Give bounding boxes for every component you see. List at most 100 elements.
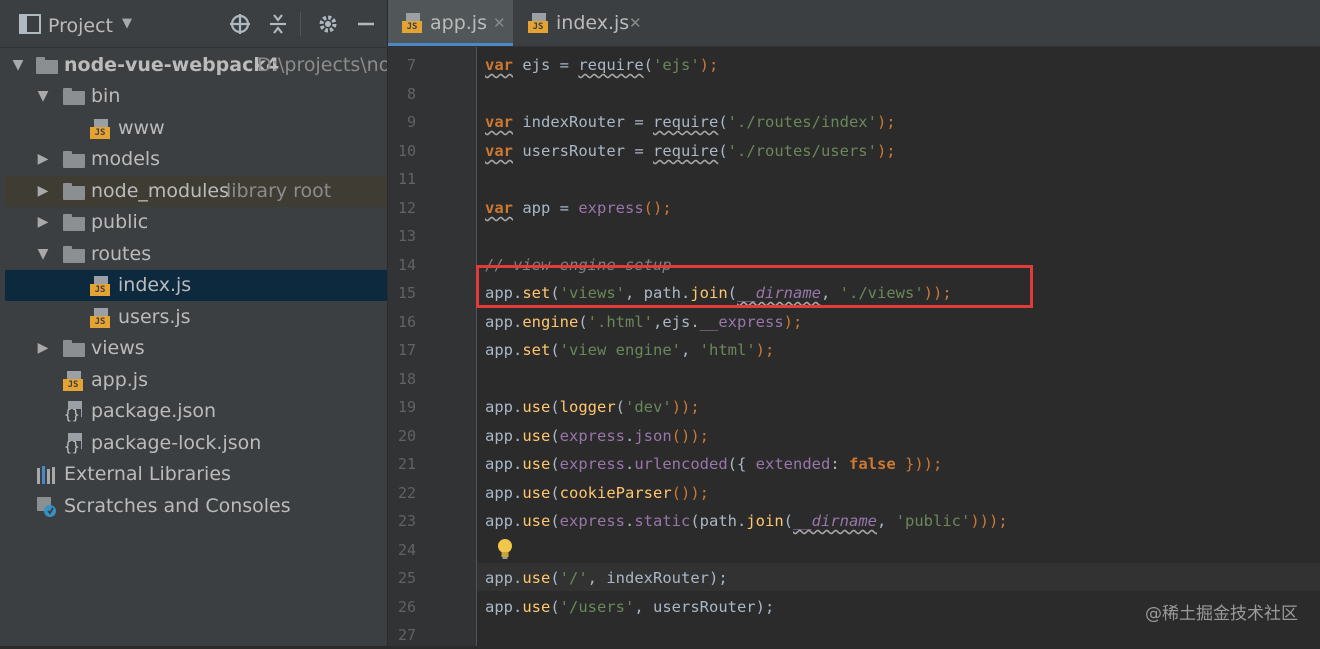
- code-line-19: app.use(logger('dev'));: [485, 398, 700, 416]
- hide-panel-icon[interactable]: [354, 12, 378, 36]
- js-file-icon: JS: [90, 308, 112, 328]
- tree-item-package-lock-json[interactable]: {} package-lock.json: [5, 428, 387, 459]
- line-number: 24: [397, 541, 416, 559]
- js-file-icon: JS: [63, 371, 85, 391]
- locate-file-icon[interactable]: [228, 12, 252, 36]
- json-file-icon: {}: [63, 433, 85, 455]
- line-number: 16: [397, 313, 416, 331]
- line-number: 17: [397, 341, 416, 359]
- line-number: 14: [397, 256, 416, 274]
- tree-item-label: public: [91, 211, 149, 233]
- tree-item-label: package.json: [91, 400, 217, 422]
- gutter-separator: [476, 47, 477, 646]
- js-file-icon: JS: [528, 13, 550, 33]
- line-number: 22: [397, 484, 416, 502]
- tree-item-label: users.js: [118, 306, 191, 328]
- project-window-icon: [19, 14, 41, 34]
- tab-app-js[interactable]: JS app.js ✕: [388, 0, 513, 46]
- tree-item-views[interactable]: ▶ views: [5, 333, 387, 364]
- tree-item-index-js[interactable]: JS index.js: [5, 270, 387, 301]
- line-number: 7: [406, 56, 416, 74]
- folder-icon: [63, 340, 85, 357]
- line-number: 9: [406, 113, 416, 131]
- tree-item-path-hint: D:\projects\noc: [257, 54, 387, 76]
- collapsed-arrow-icon[interactable]: ▶: [33, 207, 53, 238]
- tree-item-public[interactable]: ▶ public: [5, 207, 387, 238]
- tree-item-node-modules[interactable]: ▶ node_modules library root: [5, 176, 387, 207]
- line-number: 12: [397, 199, 416, 217]
- expanded-arrow-icon[interactable]: ▼: [33, 81, 53, 112]
- code-line-7: var ejs = require('ejs');: [485, 56, 719, 74]
- line-number: 23: [397, 512, 416, 530]
- line-number: 26: [397, 598, 416, 616]
- code-line-21: app.use(express.urlencoded({ extended: f…: [485, 455, 943, 473]
- tree-item-label: app.js: [91, 369, 148, 391]
- folder-icon: [36, 57, 58, 74]
- tree-item-label: bin: [91, 85, 121, 107]
- tree-item-label: routes: [91, 243, 152, 265]
- library-root-hint: library root: [226, 180, 332, 202]
- dropdown-arrow-icon[interactable]: ▼: [122, 16, 132, 31]
- collapsed-arrow-icon[interactable]: ▶: [33, 176, 53, 207]
- line-number: 11: [397, 170, 416, 188]
- tree-item-label: Scratches and Consoles: [64, 495, 291, 517]
- js-file-icon: JS: [402, 13, 424, 33]
- close-icon[interactable]: ✕: [493, 0, 506, 46]
- folder-icon: [63, 246, 85, 263]
- line-number: 19: [397, 398, 416, 416]
- tree-item-label: models: [91, 148, 161, 170]
- line-number: 13: [397, 227, 416, 245]
- code-line-17: app.set('view engine', 'html');: [485, 341, 775, 359]
- tree-item-models[interactable]: ▶ models: [5, 144, 387, 175]
- project-view-selector[interactable]: Project: [48, 15, 113, 37]
- code-line-23: app.use(express.static(path.join(__dirna…: [485, 512, 1008, 530]
- tree-item-label: index.js: [118, 274, 192, 296]
- tree-item-package-json[interactable]: {} package.json: [5, 396, 387, 427]
- project-panel-header: Project ▼: [0, 0, 388, 48]
- expanded-arrow-icon[interactable]: ▼: [8, 50, 28, 81]
- code-editor[interactable]: JS app.js ✕ JS index.js ✕ 7 8 9 10 11 12…: [388, 0, 1320, 646]
- tab-index-js[interactable]: JS index.js ✕: [514, 0, 652, 46]
- js-file-icon: JS: [90, 276, 112, 296]
- tree-item-label: node_modules: [91, 180, 230, 202]
- tree-item-www[interactable]: JS www: [5, 113, 387, 144]
- gear-icon[interactable]: [316, 12, 340, 36]
- folder-icon: [63, 151, 85, 168]
- annotation-highlight-box: [476, 265, 1033, 308]
- collapsed-arrow-icon[interactable]: ▶: [33, 333, 53, 364]
- close-icon[interactable]: ✕: [629, 0, 642, 46]
- watermark: @稀土掘金技术社区: [1145, 604, 1298, 624]
- library-icon: [37, 466, 55, 484]
- line-number: 8: [406, 85, 416, 103]
- line-number: 25: [397, 569, 416, 587]
- line-number: 27: [397, 626, 416, 644]
- json-file-icon: {}: [63, 401, 85, 423]
- tree-item-node-vue-webpack4[interactable]: ▼ node-vue-webpack4 D:\projects\noc: [5, 50, 387, 81]
- line-number: 18: [397, 370, 416, 388]
- tree-item-label: views: [91, 337, 145, 359]
- tree-item-label: node-vue-webpack4: [64, 54, 280, 76]
- tree-item-label: package-lock.json: [91, 432, 262, 454]
- js-file-icon: JS: [90, 119, 112, 139]
- tree-item-bin[interactable]: ▼ bin: [5, 81, 387, 112]
- folder-icon: [63, 88, 85, 105]
- code-line-20: app.use(express.json());: [485, 427, 709, 445]
- code-line-16: app.engine('.html',ejs.__express);: [485, 313, 803, 331]
- tab-label: app.js: [430, 12, 487, 34]
- tree-item-scratches[interactable]: Scratches and Consoles: [5, 491, 387, 522]
- expanded-arrow-icon[interactable]: ▼: [33, 239, 53, 270]
- line-number: 21: [397, 455, 416, 473]
- tree-item-external-libraries[interactable]: External Libraries: [5, 459, 387, 490]
- lightbulb-icon[interactable]: [495, 537, 515, 561]
- code-line-25: app.use('/', indexRouter);: [485, 569, 728, 587]
- tree-item-app-js[interactable]: JS app.js: [5, 365, 387, 396]
- project-panel: Project ▼ ▼ node-vue-webpack4 D:\project…: [0, 0, 388, 646]
- tree-item-routes[interactable]: ▼ routes: [5, 239, 387, 270]
- collapse-all-icon[interactable]: [266, 12, 290, 36]
- tree-item-label: External Libraries: [64, 463, 231, 485]
- line-number: 10: [397, 142, 416, 160]
- collapsed-arrow-icon[interactable]: ▶: [33, 144, 53, 175]
- tree-item-users-js[interactable]: JS users.js: [5, 302, 387, 333]
- scratches-icon: [37, 497, 56, 517]
- code-line-22: app.use(cookieParser());: [485, 484, 709, 502]
